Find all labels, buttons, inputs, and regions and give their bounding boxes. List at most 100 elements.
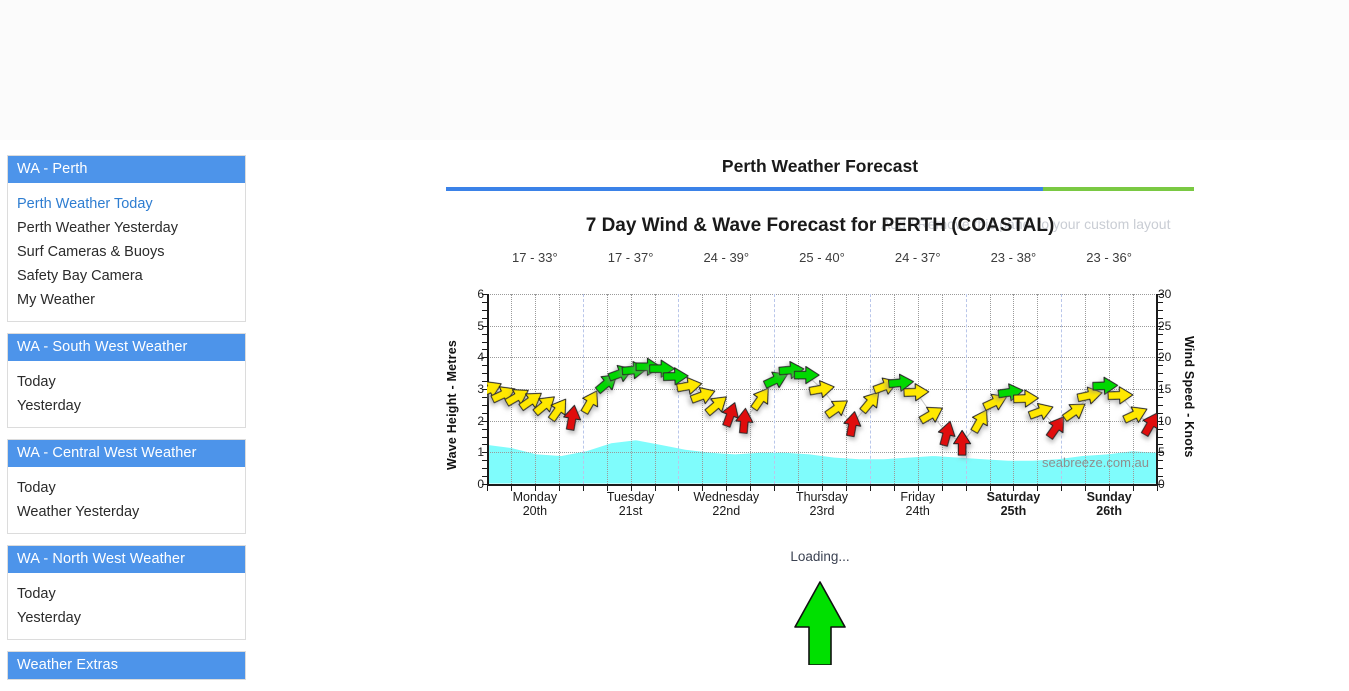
sidebar-item-yesterday[interactable]: Yesterday [8, 394, 245, 418]
x-axis-minor-tick [558, 486, 560, 491]
chart-plot-area: seabreeze.com.au [487, 294, 1157, 484]
wind-direction-arrow [1061, 403, 1086, 422]
sidebar-panel: WA - Perth Perth Weather Today Perth Weath… [7, 155, 246, 322]
day-temperature: 17 - 33° [512, 250, 558, 265]
y-axis-minor-tick [1158, 452, 1163, 454]
page-top-band-right [440, 0, 1349, 140]
y-axis-minor-tick [1158, 460, 1163, 462]
sidebar-item-today[interactable]: Today [8, 582, 245, 606]
x-axis-minor-tick [941, 486, 943, 491]
day-label: Monday 20th [487, 490, 583, 518]
y-tick-left: 0 [477, 477, 484, 491]
sidebar-panel-header: Weather Extras [8, 652, 245, 679]
y-axis-left-label: Wave Height - Metres [445, 340, 459, 470]
page-title: Perth Weather Forecast [721, 156, 919, 176]
day-of-month: 23rd [809, 504, 835, 518]
y-axis-right-label: Wind Speed - Knots [1182, 336, 1196, 458]
x-axis-minor-tick [582, 486, 584, 491]
wind-wave-forecast-chart[interactable]: Wave Height - Metres Wind Speed - Knots … [445, 288, 1196, 526]
x-axis-minor-tick [510, 486, 512, 491]
sidebar-panel: WA - North West Weather Today Yesterday [7, 545, 246, 640]
y-axis-minor-tick [482, 484, 487, 485]
y-axis-minor-tick [1158, 357, 1163, 359]
y-tick-left: 3 [477, 382, 484, 396]
loading-text: Loading... [790, 549, 850, 564]
y-axis-minor-tick [1158, 309, 1163, 311]
sidebar: WA - Perth Perth Weather Today Perth Weath… [7, 155, 246, 691]
day-label: Thursday 23rd [774, 490, 870, 518]
day-of-week: Monday [512, 490, 558, 504]
y-axis-minor-tick [1158, 341, 1163, 343]
x-axis-minor-tick [1085, 486, 1087, 491]
y-axis-minor-tick [1158, 404, 1163, 406]
y-tick-left: 4 [477, 350, 484, 365]
seabreeze-watermark: seabreeze.com.au [1042, 455, 1149, 470]
x-axis-minor-tick [654, 486, 656, 491]
y-axis-minor-tick [1158, 333, 1163, 335]
day-temperature: 24 - 39° [703, 250, 750, 265]
forecast-subtitle-area: Add / Remove this panel to your custom l… [446, 213, 1194, 243]
y-axis-minor-tick [1158, 365, 1163, 367]
day-of-month: 25th [1000, 504, 1027, 518]
day-of-week: Saturday [986, 490, 1041, 504]
y-axis-minor-tick [1158, 476, 1163, 478]
x-axis-minor-tick [1013, 486, 1015, 491]
sidebar-panel-header: WA - Perth [8, 156, 245, 183]
wind-direction-arrow [918, 406, 943, 425]
y-axis-minor-tick [1158, 349, 1163, 351]
x-axis-minor-tick [917, 486, 919, 491]
title-underline-green-segment [1043, 187, 1194, 191]
day-of-month: 20th [522, 504, 548, 518]
day-label: Wednesday 22nd [678, 490, 774, 518]
sidebar-panel-body: Perth Weather Today Perth Weather Yesterd… [8, 183, 245, 321]
day-of-week: Tuesday [606, 490, 655, 504]
sidebar-panel-body: Today Weather Yesterday [8, 467, 245, 533]
day-temperature: 23 - 38° [990, 250, 1037, 265]
x-axis-minor-tick [1109, 486, 1111, 491]
sidebar-item-surf-cameras-buoys[interactable]: Surf Cameras & Buoys [8, 240, 245, 264]
y-axis-minor-tick [1158, 412, 1163, 414]
x-axis-minor-tick [630, 486, 632, 491]
day-of-week: Wednesday [693, 490, 760, 504]
sidebar-item-weather-yesterday[interactable]: Weather Yesterday [8, 500, 245, 524]
sidebar-panel-header: WA - Central West Weather [8, 440, 245, 467]
sidebar-item-today[interactable]: Today [8, 370, 245, 394]
x-axis-minor-tick [1157, 486, 1158, 491]
x-axis-minor-tick [606, 486, 608, 491]
x-axis-minor-tick [487, 486, 488, 491]
sidebar-item-perth-weather-today[interactable]: Perth Weather Today [8, 192, 245, 216]
x-axis-minor-tick [845, 486, 847, 491]
y-axis-minor-tick [1158, 420, 1163, 422]
x-axis-minor-tick [1133, 486, 1135, 491]
wind-direction-arrow [1122, 406, 1148, 424]
title-underline-rule [446, 187, 1194, 191]
wind-direction-arrow [953, 429, 972, 456]
x-axis-minor-tick [869, 486, 871, 491]
y-axis-minor-tick [1158, 389, 1163, 390]
sidebar-panel: WA - Central West Weather Today Weather Ye… [7, 439, 246, 534]
sidebar-item-safety-bay-camera[interactable]: Safety Bay Camera [8, 264, 245, 288]
sidebar-item-perth-weather-yesterday[interactable]: Perth Weather Yesterday [8, 216, 245, 240]
forecast-subtitle: 7 Day Wind & Wave Forecast for PERTH (CO… [585, 215, 1055, 236]
x-axis-minor-tick [750, 486, 752, 491]
y-axis-minor-tick [1158, 301, 1163, 303]
page-top-band-left [0, 0, 440, 140]
x-axis-minor-tick [893, 486, 895, 491]
day-of-week: Thursday [795, 490, 849, 504]
sidebar-item-yesterday[interactable]: Yesterday [8, 606, 245, 630]
day-label: Tuesday 21st [583, 490, 679, 518]
sidebar-item-today[interactable]: Today [8, 476, 245, 500]
main-content: Perth Weather Forecast Add / Remove this… [445, 148, 1196, 526]
day-of-month: 24th [905, 504, 930, 518]
sidebar-item-my-weather[interactable]: My Weather [8, 288, 245, 312]
day-label: Sunday 26th [1061, 490, 1157, 518]
sidebar-panel-header: WA - South West Weather [8, 334, 245, 361]
day-of-month: 26th [1096, 504, 1122, 518]
loading-green-arrow-icon [794, 581, 846, 665]
y-axis-minor-tick [1158, 428, 1163, 430]
day-of-week: Sunday [1086, 490, 1132, 504]
wind-direction-arrow [750, 387, 769, 412]
y-tick-left: 2 [477, 413, 484, 428]
x-axis-minor-tick [1061, 486, 1063, 491]
x-axis-minor-tick [989, 486, 991, 491]
